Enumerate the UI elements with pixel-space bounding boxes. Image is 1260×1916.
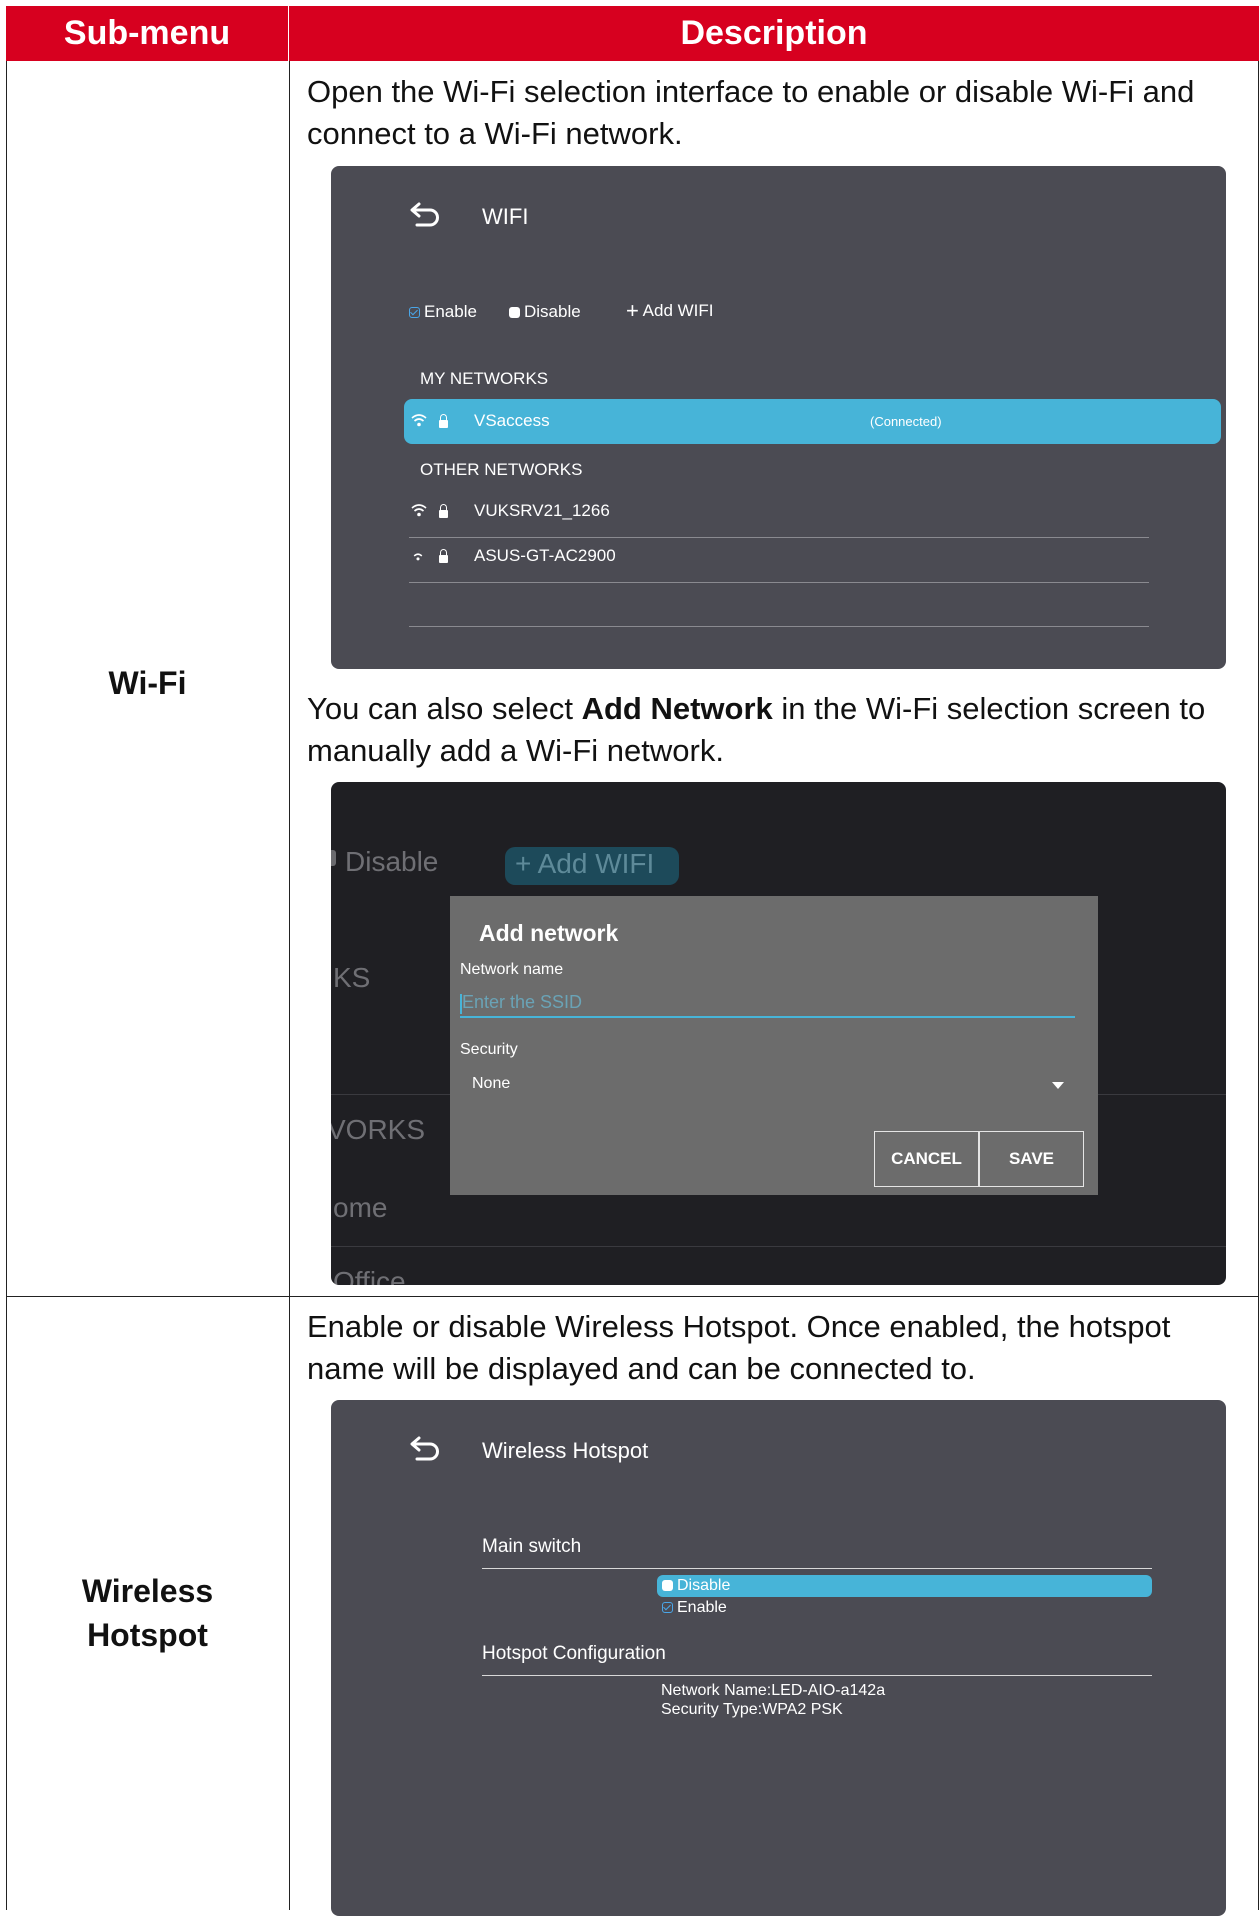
text-cursor [460,994,462,1014]
checkbox-unchecked-icon [662,1580,673,1591]
cancel-button[interactable]: CANCEL [874,1131,979,1187]
wifi-signal-icon [411,414,427,427]
dialog-title: Add network [479,920,619,946]
bg-disable-text: Disable [345,846,439,877]
add-network-screenshot: Disable + Add WIFI KS VORKS ome Office A… [331,782,1226,1285]
security-select[interactable]: None [460,1070,1080,1100]
connected-network-name: VSaccess [474,411,550,430]
hotspot-config-label: Hotspot Configuration [482,1643,666,1664]
lock-icon [439,414,448,428]
hotspot-screenshot: Wireless Hotspot Main switch Disable Ena… [331,1400,1226,1916]
disable-label: Disable [677,1577,731,1594]
plus-icon: + [626,298,639,323]
security-label: Security [460,1041,518,1058]
chevron-down-icon [1052,1082,1064,1089]
divider [482,1675,1152,1676]
wifi-disable-option[interactable]: Disable [509,302,581,322]
back-arrow-icon[interactable] [409,1434,443,1464]
bg-other-networks-header: VORKS [331,1114,426,1145]
bg-network-office: Office [333,1266,406,1285]
main-switch-label: Main switch [482,1536,582,1557]
checkbox-checked-icon [409,307,420,318]
hotspot-security-type: Security Type:WPA2 PSK [661,1701,843,1718]
wifi-description: Open the Wi-Fi selection interface to en… [307,74,1195,151]
checkbox-unchecked-icon [509,307,520,318]
wifi-enable-option[interactable]: Enable [409,302,477,322]
row-label-wifi: Wi-Fi [108,665,187,701]
network-name-label: Network name [460,961,564,978]
hotspot-disable-text: Disable [662,1577,730,1595]
back-arrow-icon[interactable] [409,200,443,230]
network-row[interactable]: VUKSRV21_1266 [474,501,610,521]
divider [331,1246,1226,1247]
wifi-screenshot: WIFI Enable Disable + Add WIFI MY NETWOR… [331,166,1226,669]
hotspot-description: Enable or disable Wireless Hotspot. Once… [307,1309,1171,1386]
hotspot-enable-option[interactable]: Enable [662,1599,727,1617]
table-column-divider [289,61,290,1910]
wifi-signal-icon [411,504,427,517]
bg-add-label: Add WIFI [537,848,655,879]
table-row-divider [6,1296,1259,1297]
hotspot-title: Wireless Hotspot [482,1438,649,1463]
checkbox-checked-icon [662,1602,673,1613]
ssid-input[interactable]: Enter the SSID [460,992,1075,1018]
save-button[interactable]: SAVE [979,1131,1084,1187]
ssid-placeholder: Enter the SSID [462,992,583,1012]
bg-add-wifi-text: + Add WIFI [515,848,654,880]
desc-text: You can also select [307,691,582,726]
add-network-dialog: Add network Network name Enter the SSID … [450,896,1098,1195]
lock-icon [439,549,448,563]
row-label-hotspot: Wireless Hotspot [6,1569,289,1657]
row-label-line: Hotspot [87,1617,208,1653]
wifi-title: WIFI [482,204,529,229]
add-network-description: You can also select Add Network in the W… [307,688,1247,772]
wifi-disable-label: Disable [524,302,581,321]
other-networks-header: OTHER NETWORKS [420,460,583,479]
bg-network-home: ome [333,1192,388,1223]
checkbox-unchecked-icon [331,850,336,866]
header-description: Description [289,6,1259,61]
connected-status: (Connected) [870,414,942,429]
wifi-signal-weak-icon [413,553,423,561]
divider [409,537,1149,538]
bg-networks-header: KS [333,962,371,993]
row-label-line: Wireless [81,1573,214,1609]
security-value: None [472,1075,511,1092]
hotspot-disable-option[interactable] [657,1575,1152,1597]
divider [409,626,1149,627]
my-networks-header: MY NETWORKS [420,369,549,388]
header-submenu: Sub-menu [6,6,289,61]
desc-bold-text: Add Network [581,691,773,726]
add-wifi-button[interactable]: + Add WIFI [626,298,714,323]
add-wifi-label: Add WIFI [642,301,714,320]
wifi-enable-label: Enable [424,302,477,321]
lock-icon [439,504,448,518]
divider [482,1568,1152,1569]
hotspot-network-name: Network Name:LED-AIO-a142a [661,1682,886,1699]
plus-icon: + [515,848,532,879]
table-border-right [1258,61,1259,1910]
network-row[interactable]: ASUS-GT-AC2900 [474,546,616,566]
description-table: Sub-menu Description Wi-Fi Open the Wi-F… [6,6,1259,1916]
divider [409,582,1149,583]
enable-label: Enable [677,1599,727,1616]
